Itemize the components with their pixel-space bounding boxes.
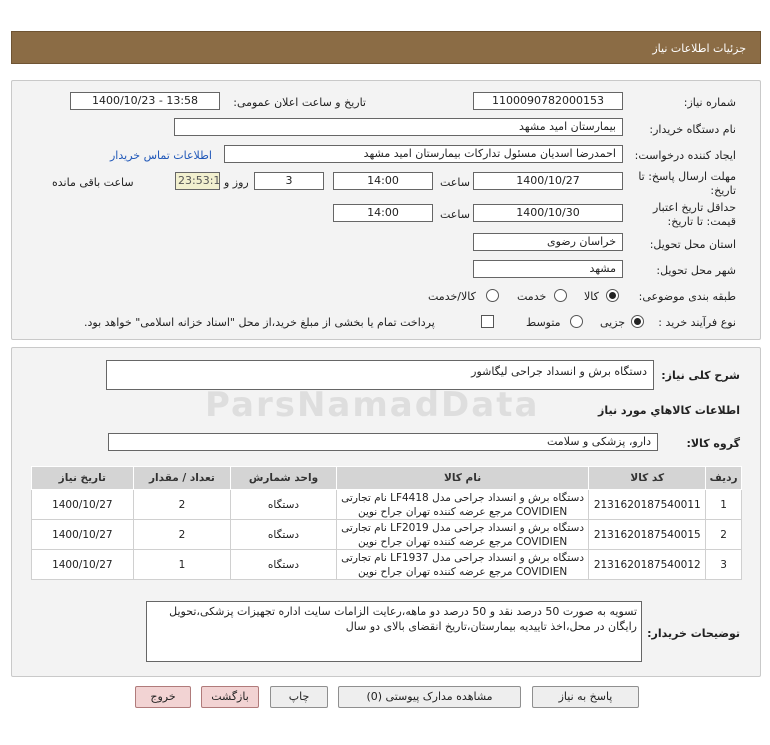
remaining-label: ساعت باقی مانده <box>52 176 134 189</box>
col-unit: واحد شمارش <box>230 466 337 490</box>
cell-name-line-1: دستگاه برش و انسداد جراحی مدل LF4418 نام… <box>341 491 585 504</box>
col-qty: تعداد / مقدار <box>132 466 232 490</box>
city-label: شهر محل تحویل: <box>656 264 736 277</box>
category-both-label: کالا/خدمت <box>428 290 476 303</box>
cell-name-line-2: COVIDIEN مرجع عرضه کننده تهران جراح نوین <box>357 565 568 578</box>
table-row: 1 2131620187540011 دستگاه برش و انسداد ج… <box>31 489 742 520</box>
days-field: 3 <box>254 172 324 190</box>
goods-info-title: اطلاعات کالاهاي مورد نياز <box>598 404 740 417</box>
cell-date: 1400/10/27 <box>31 519 134 550</box>
cell-name: دستگاه برش و انسداد جراحی مدل LF1937 نام… <box>335 549 590 580</box>
cell-date: 1400/10/27 <box>31 549 134 580</box>
reply-button[interactable]: پاسخ به نیاز <box>532 686 639 708</box>
col-date: تاریخ نیاز <box>31 466 134 490</box>
cell-code: 2131620187540011 <box>588 489 707 520</box>
announce-label: تاریخ و ساعت اعلان عمومی: <box>233 96 366 109</box>
buyer-notes-field: تسویه به صورت 50 درصد نقد و 50 درصد دو م… <box>146 601 642 662</box>
city-field: مشهد <box>473 260 623 278</box>
cell-unit: دستگاه <box>230 489 337 520</box>
creator-label: ایجاد کننده درخواست: <box>634 149 736 162</box>
province-field: خراسان رضوی <box>473 233 623 251</box>
remaining-time-field: 23:53:19 <box>175 172 220 190</box>
col-name: نام کالا <box>335 466 590 490</box>
cell-code: 2131620187540012 <box>588 549 707 580</box>
cell-name: دستگاه برش و انسداد جراحی مدل LF2019 نام… <box>335 519 590 550</box>
cell-qty: 1 <box>132 549 232 580</box>
cell-code: 2131620187540015 <box>588 519 707 550</box>
summary-label: شرح کلی نیاز: <box>661 369 740 382</box>
validity-time-field: 14:00 <box>333 204 433 222</box>
validity-date-field: 1400/10/30 <box>473 204 623 222</box>
process-medium-radio[interactable] <box>570 315 583 328</box>
validity-time-label: ساعت <box>440 208 470 221</box>
attachments-button[interactable]: مشاهده مدارک پیوستی (0) <box>338 686 521 708</box>
goods-table: ردیف کد کالا نام کالا واحد شمارش تعداد /… <box>31 466 742 580</box>
table-row: 3 2131620187540012 دستگاه برش و انسداد ج… <box>31 549 742 580</box>
buyer-org-label: نام دستگاه خریدار: <box>649 123 736 136</box>
process-medium-label: متوسط <box>526 316 561 329</box>
cell-qty: 2 <box>132 489 232 520</box>
details-panel: شرح کلی نیاز: دستگاه برش و انسداد جراحی … <box>11 347 761 677</box>
cell-name-line-1: دستگاه برش و انسداد جراحی مدل LF1937 نام… <box>341 551 585 564</box>
category-label: طبقه بندی موضوعی: <box>638 290 736 303</box>
days-label: روز و <box>224 176 249 189</box>
back-button[interactable]: بازگشت <box>201 686 259 708</box>
buyer-notes-label: توضیحات خریدار: <box>647 627 740 640</box>
cell-date: 1400/10/27 <box>31 489 134 520</box>
category-service-label: خدمت <box>517 290 547 303</box>
process-minor-label: جزیی <box>600 316 626 329</box>
category-service-radio[interactable] <box>554 289 567 302</box>
cell-unit: دستگاه <box>230 519 337 550</box>
province-label: استان محل تحویل: <box>649 238 736 251</box>
cell-name-line-2: COVIDIEN مرجع عرضه کننده تهران جراح نوین <box>357 505 568 518</box>
goods-group-label: گروه کالا: <box>686 437 740 450</box>
deadline-label-2: تاریخ: <box>710 184 736 197</box>
goods-group-field: دارو، پزشکی و سلامت <box>108 433 658 451</box>
category-goods-label: کالا <box>584 290 599 303</box>
validity-label-2: قیمت: تا تاریخ: <box>667 215 736 228</box>
col-code: کد کالا <box>588 466 707 490</box>
deadline-time-field: 14:00 <box>333 172 433 190</box>
deadline-label-1: مهلت ارسال پاسخ: تا <box>638 170 736 183</box>
summary-field: دستگاه برش و انسداد جراحی لیگاشور <box>106 360 654 390</box>
treasury-payment-note: پرداخت تمام یا بخشی از مبلغ خرید،از محل … <box>84 316 435 329</box>
goods-table-header: ردیف کد کالا نام کالا واحد شمارش تعداد /… <box>31 466 742 490</box>
deadline-time-label: ساعت <box>440 176 470 189</box>
exit-button[interactable]: خروج <box>135 686 191 708</box>
process-minor-radio[interactable] <box>631 315 644 328</box>
cell-name-line-2: COVIDIEN مرجع عرضه کننده تهران جراح نوین <box>357 535 568 548</box>
cell-unit: دستگاه <box>230 549 337 580</box>
col-row: ردیف <box>705 466 742 490</box>
category-both-radio[interactable] <box>486 289 499 302</box>
cell-qty: 2 <box>132 519 232 550</box>
table-row: 2 2131620187540015 دستگاه برش و انسداد ج… <box>31 519 742 550</box>
contact-info-link[interactable]: اطلاعات تماس خریدار <box>110 149 212 162</box>
buyer-org-field: بیمارستان امید مشهد <box>174 118 623 136</box>
category-goods-radio[interactable] <box>606 289 619 302</box>
deadline-date-field: 1400/10/27 <box>473 172 623 190</box>
page-title: جزئیات اطلاعات نیاز <box>652 42 746 55</box>
cell-name-line-1: دستگاه برش و انسداد جراحی مدل LF2019 نام… <box>341 521 585 534</box>
cell-name: دستگاه برش و انسداد جراحی مدل LF4418 نام… <box>335 489 590 520</box>
cell-row: 2 <box>705 519 742 550</box>
need-info-panel: شماره نیاز: 1100090782000153 تاریخ و ساع… <box>11 80 761 340</box>
page-header: جزئیات اطلاعات نیاز <box>11 31 761 64</box>
validity-label-1: حداقل تاریخ اعتبار <box>652 201 736 214</box>
need-number-label: شماره نیاز: <box>683 96 736 109</box>
treasury-payment-checkbox[interactable] <box>481 315 494 328</box>
creator-field: احمدرضا اسدیان مسئول تدارکات بیمارستان ا… <box>224 145 623 163</box>
process-label: نوع فرآیند خرید : <box>658 316 736 329</box>
cell-row: 1 <box>705 489 742 520</box>
need-number-field: 1100090782000153 <box>473 92 623 110</box>
announce-field: 1400/10/23 - 13:58 <box>70 92 220 110</box>
cell-row: 3 <box>705 549 742 580</box>
print-button[interactable]: چاپ <box>270 686 328 708</box>
